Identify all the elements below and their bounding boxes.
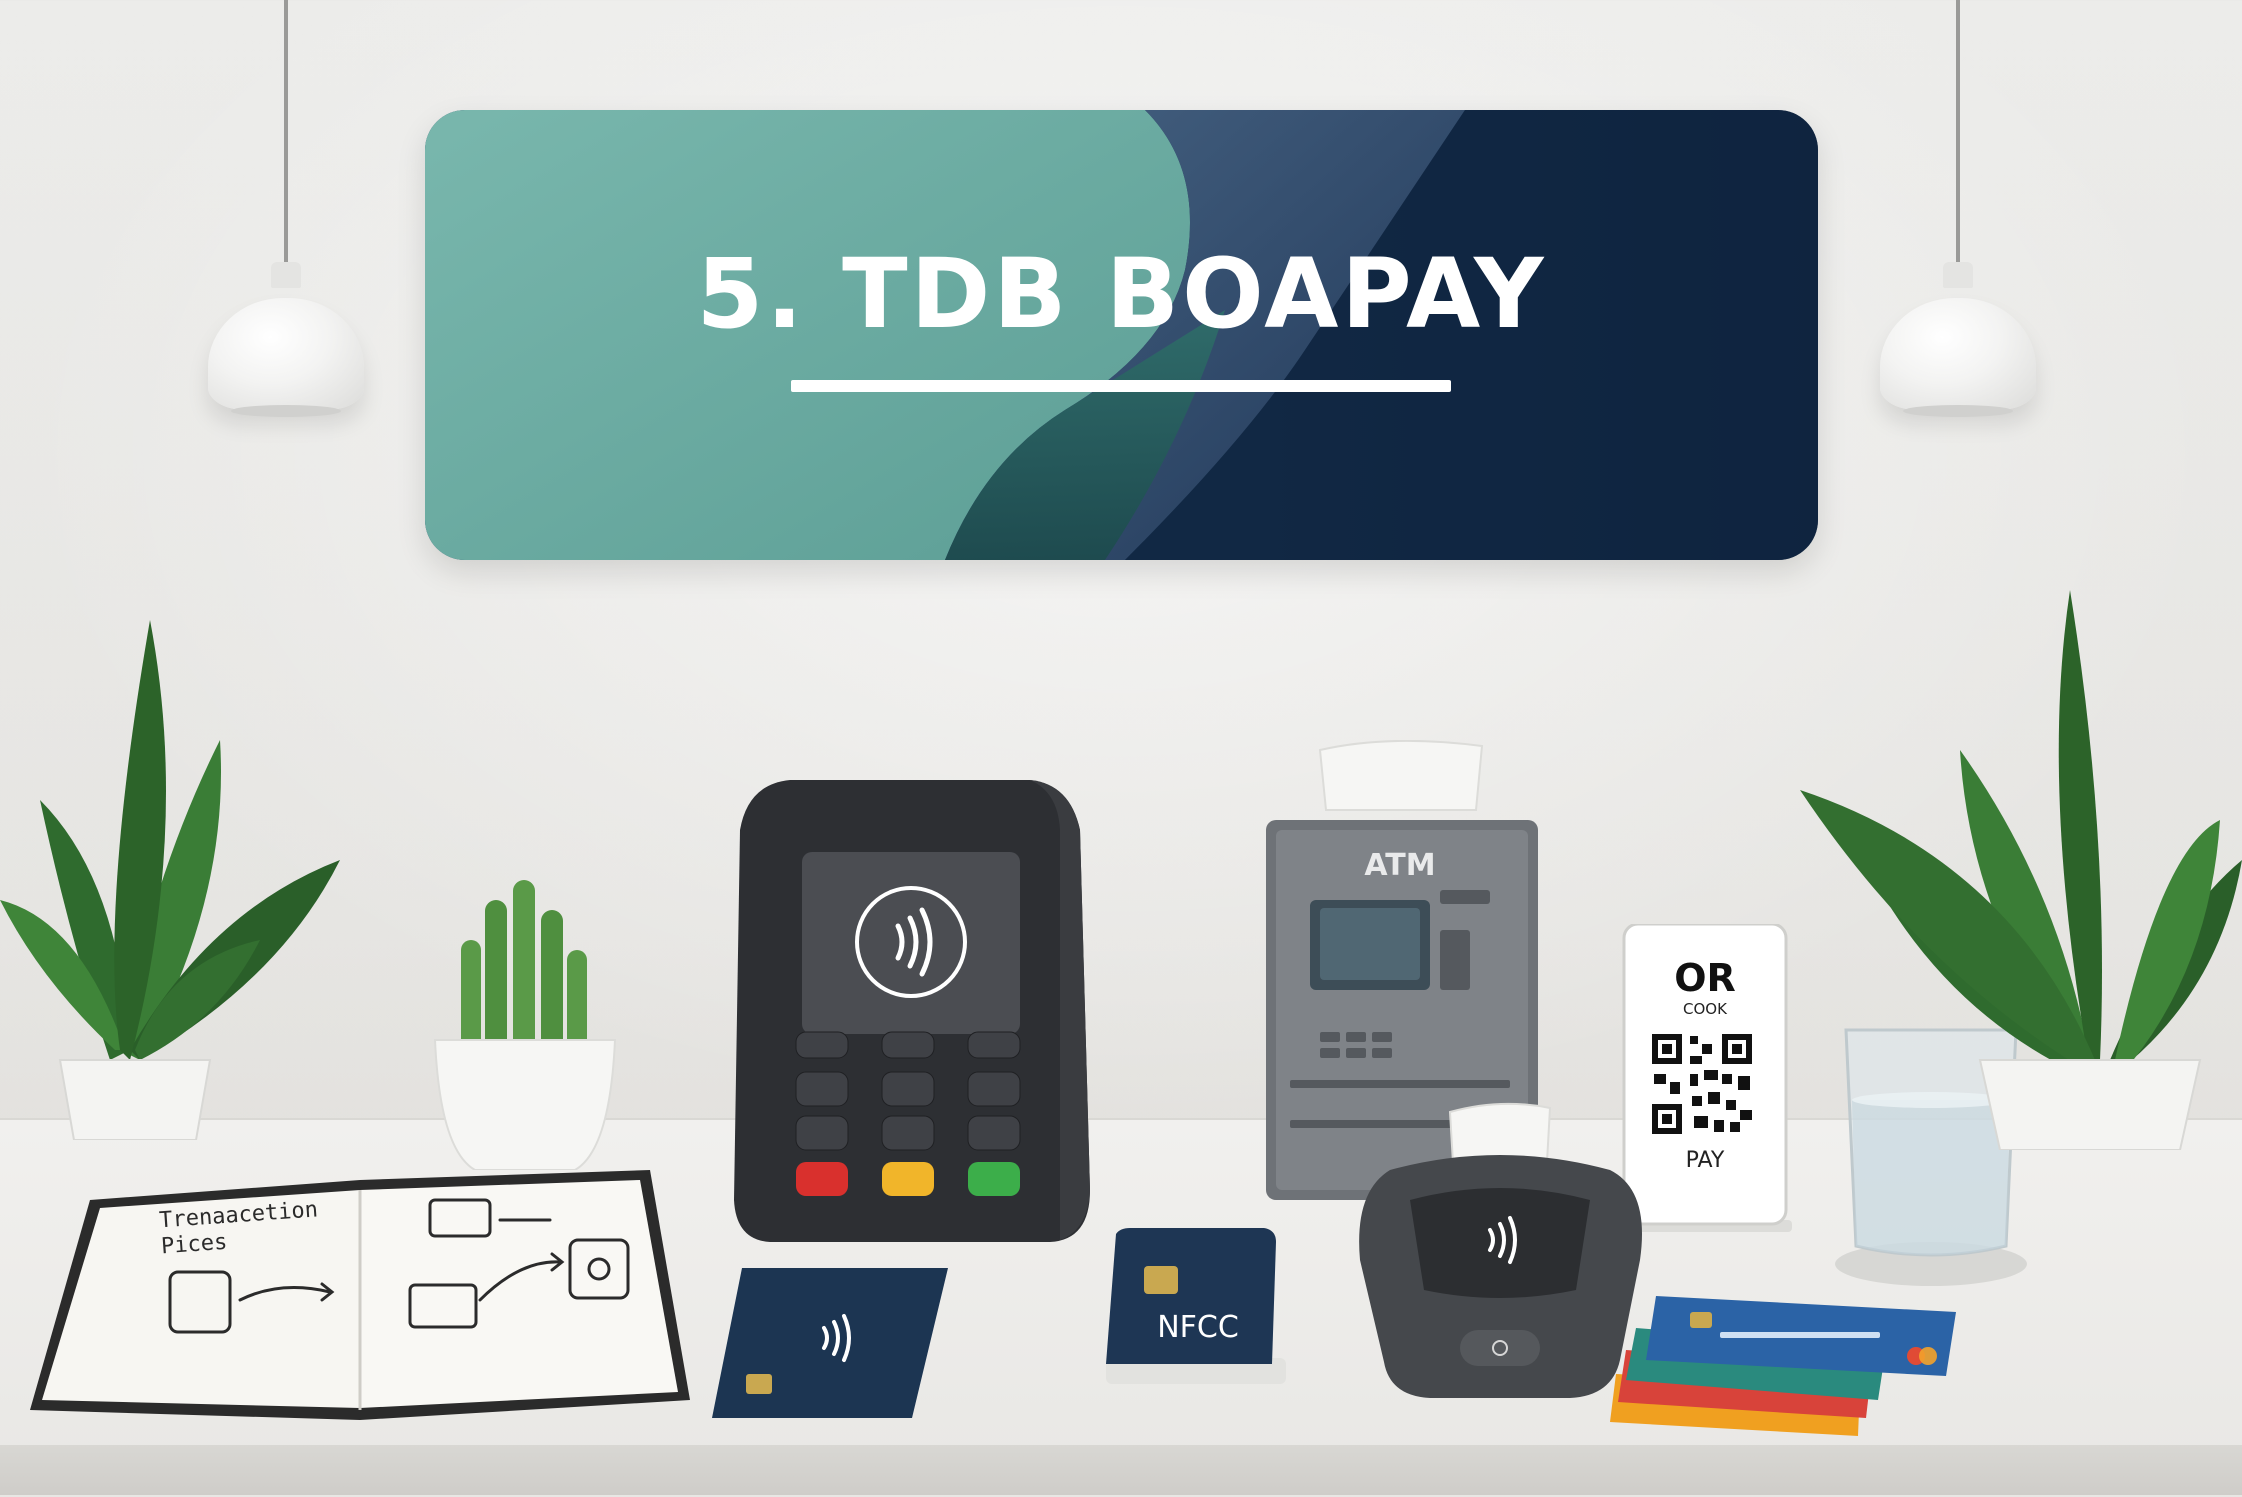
- lamp-cap-right: [1943, 262, 1973, 288]
- qr-code-icon: [1652, 1034, 1752, 1134]
- atm-label: ATM: [1364, 848, 1436, 883]
- lamp-cord-right: [1956, 0, 1960, 270]
- lamp-rim-right: [1903, 405, 2013, 417]
- pos-terminal: [734, 780, 1090, 1242]
- cactus-plant: [433, 880, 617, 1170]
- nfc-card-label: NFCC: [1157, 1310, 1239, 1345]
- lamp-rim-left: [231, 405, 341, 417]
- plant-right: [1800, 590, 2242, 1150]
- qr-top-label: OR: [1674, 956, 1736, 1000]
- lamp-cap-left: [271, 262, 301, 288]
- lamp-cord-left: [284, 0, 288, 270]
- title-banner: 5. TDB BOAPAY: [425, 110, 1818, 560]
- desk-edge: [0, 1445, 2242, 1495]
- card-stack: [1610, 1296, 1956, 1436]
- contactless-printer-terminal: [1359, 1102, 1642, 1398]
- banner-title: 5. TDB BOAPAY: [696, 238, 1547, 350]
- banner-underline: [791, 380, 1451, 392]
- qr-sub-label: COOK: [1683, 1000, 1727, 1018]
- plant-left: [0, 620, 340, 1140]
- nfc-card-stand: [1106, 1228, 1286, 1384]
- chip-icon: [1144, 1266, 1178, 1294]
- payment-card-navy: [712, 1268, 948, 1418]
